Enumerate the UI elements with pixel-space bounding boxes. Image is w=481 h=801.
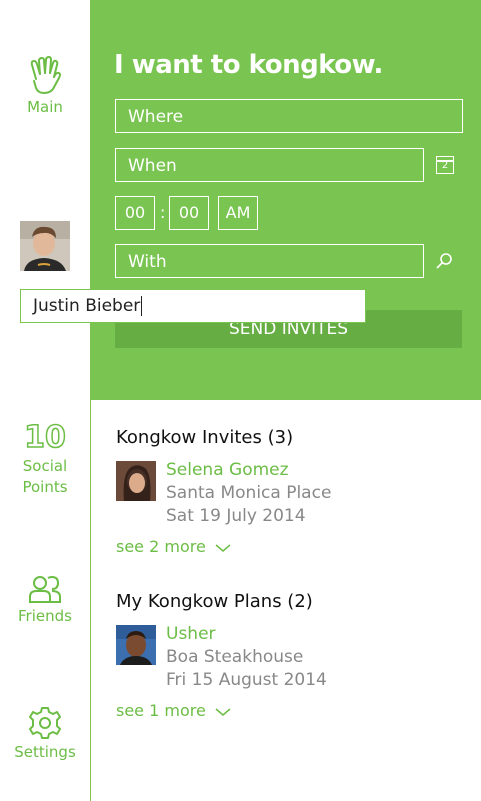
invite-date: Sat 19 July 2014: [166, 506, 306, 526]
autocomplete-value: Justin Bieber: [33, 296, 141, 316]
plan-avatar[interactable]: [116, 625, 156, 665]
nav-social-points[interactable]: 10 Social Points: [0, 419, 90, 498]
text-caret: [141, 296, 143, 316]
with-placeholder: With: [128, 252, 167, 272]
plan-name[interactable]: Usher: [166, 624, 216, 644]
chevron-down-icon: [215, 538, 231, 557]
invites-see-more[interactable]: see 2 more: [116, 537, 231, 557]
nav-main-label: Main: [27, 98, 63, 116]
nav-settings[interactable]: Settings: [0, 706, 90, 763]
ampm-field[interactable]: AM: [218, 196, 258, 230]
nav-settings-label: Settings: [14, 743, 76, 761]
where-placeholder: Where: [128, 107, 184, 127]
hour-value: 00: [124, 203, 146, 222]
hand-icon: [0, 55, 90, 97]
invite-name[interactable]: Selena Gomez: [166, 460, 289, 480]
minute-field[interactable]: 00: [169, 196, 209, 230]
plan-date: Fri 15 August 2014: [166, 670, 327, 690]
calendar-day: 2: [441, 160, 449, 171]
points-label-line2: Points: [22, 478, 68, 496]
plans-title: My Kongkow Plans (2): [116, 591, 313, 612]
kongkow-form-panel: I want to kongkow. Where When 2 00 : 00 …: [90, 0, 481, 400]
gear-icon: [0, 706, 90, 742]
friends-icon: [0, 574, 90, 606]
when-placeholder: When: [128, 156, 177, 176]
search-icon[interactable]: [434, 251, 454, 271]
with-autocomplete-input[interactable]: Justin Bieber: [20, 289, 366, 323]
hour-field[interactable]: 00: [115, 196, 155, 230]
when-field[interactable]: When: [115, 148, 424, 182]
plans-see-more-label: see 1 more: [116, 701, 206, 720]
points-label-line1: Social: [22, 457, 68, 475]
nav-friends[interactable]: Friends: [0, 574, 90, 627]
nav-friends-label: Friends: [18, 607, 72, 625]
chevron-down-icon: [215, 702, 231, 721]
invite-place: Santa Monica Place: [166, 483, 332, 503]
minute-value: 00: [178, 203, 200, 222]
sidebar-divider: [90, 400, 91, 801]
where-field[interactable]: Where: [115, 99, 463, 133]
plans-see-more[interactable]: see 1 more: [116, 701, 231, 721]
invites-title: Kongkow Invites (3): [116, 427, 294, 448]
calendar-icon[interactable]: 2: [436, 156, 454, 174]
time-separator: :: [160, 203, 166, 222]
with-field[interactable]: With: [115, 244, 424, 278]
suggestion-avatar[interactable]: [20, 221, 70, 271]
form-title: I want to kongkow.: [114, 50, 383, 80]
plan-place: Boa Steakhouse: [166, 647, 304, 667]
ampm-value: AM: [225, 203, 251, 222]
points-value: 10: [23, 419, 66, 456]
invite-avatar[interactable]: [116, 461, 156, 501]
nav-main[interactable]: Main: [0, 55, 90, 118]
invites-see-more-label: see 2 more: [116, 537, 206, 556]
